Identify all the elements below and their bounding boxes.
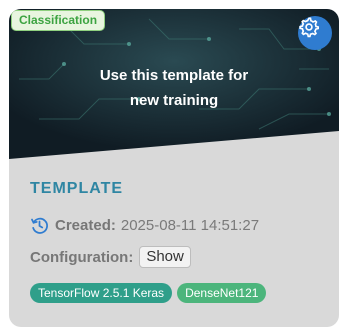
- created-row: Created: 2025-08-11 14:51:27: [30, 216, 259, 235]
- framework-tags: TensorFlow 2.5.1 Keras DenseNet121: [30, 283, 267, 303]
- framework-tag: TensorFlow 2.5.1 Keras: [30, 283, 173, 303]
- template-hero-banner[interactable]: Use this template for new training Class…: [9, 9, 339, 159]
- hero-caption-line2: new training: [129, 92, 219, 109]
- hero-caption: Use this template for new training: [9, 63, 339, 113]
- template-title: TEMPLATE: [30, 180, 124, 197]
- template-card[interactable]: Use this template for new training Class…: [9, 9, 339, 327]
- gear-icon: [299, 17, 319, 38]
- clock-history-icon: [31, 217, 48, 234]
- settings-button[interactable]: [298, 16, 332, 50]
- model-tag: DenseNet121: [177, 283, 267, 303]
- configuration-row: Configuration: Show: [30, 246, 191, 268]
- created-label: Created:: [55, 217, 116, 234]
- hero-caption-line1: Use this template for: [99, 67, 249, 84]
- show-configuration-button[interactable]: Show: [139, 246, 191, 268]
- created-timestamp: 2025-08-11 14:51:27: [120, 217, 260, 234]
- classification-badge: Classification: [11, 10, 106, 31]
- configuration-label: Configuration:: [30, 248, 134, 266]
